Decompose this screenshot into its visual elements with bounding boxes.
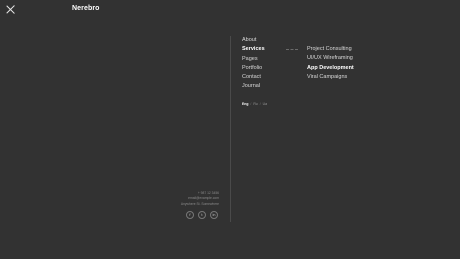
menu-item-about[interactable]: About bbox=[242, 36, 265, 45]
services-submenu: Project Consulting UI/UX Wireframing App… bbox=[307, 45, 354, 82]
submenu-item-ui-ux-wireframing[interactable]: UI/UX Wireframing bbox=[307, 54, 354, 63]
menu-item-portfolio[interactable]: Portfolio bbox=[242, 64, 265, 73]
language-switcher: Eng / Ru / Ua bbox=[242, 102, 267, 106]
menu-item-services[interactable]: Services bbox=[242, 45, 265, 54]
main-menu: About Services Pages Portfolio Contact J… bbox=[242, 36, 265, 92]
contact-address: Anywhere St. Somewhere bbox=[180, 201, 219, 206]
menu-item-pages[interactable]: Pages bbox=[242, 55, 265, 64]
submenu-item-app-development[interactable]: App Development bbox=[307, 64, 354, 73]
facebook-icon[interactable]: f bbox=[186, 211, 194, 219]
close-icon[interactable] bbox=[6, 5, 16, 15]
social-links: f t in bbox=[186, 211, 218, 219]
menu-item-contact[interactable]: Contact bbox=[242, 73, 265, 82]
twitter-icon[interactable]: t bbox=[198, 211, 206, 219]
menu-item-journal[interactable]: Journal bbox=[242, 82, 265, 91]
vertical-divider bbox=[230, 36, 231, 222]
submenu-connector bbox=[286, 49, 298, 50]
submenu-item-viral-campaigns[interactable]: Viral Campaigns bbox=[307, 73, 354, 82]
logo[interactable]: Nerebro bbox=[72, 5, 100, 12]
contact-info: + 987 12 3456 email@example.com Anywhere… bbox=[181, 191, 219, 207]
instagram-icon[interactable]: in bbox=[210, 211, 218, 219]
submenu-item-project-consulting[interactable]: Project Consulting bbox=[307, 45, 354, 54]
lang-ua[interactable]: Ua bbox=[263, 102, 267, 106]
